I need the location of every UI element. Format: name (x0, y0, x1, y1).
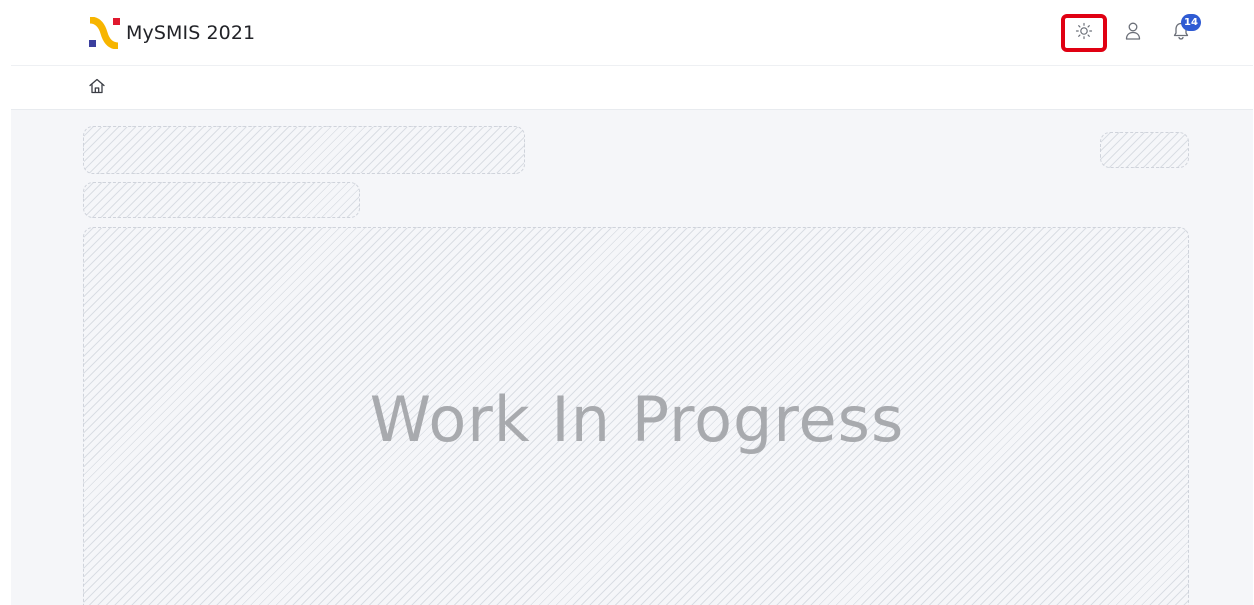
top-header: MySMIS 2021 14 (11, 0, 1253, 66)
home-icon (88, 77, 106, 99)
main-content: Work In Progress (11, 110, 1253, 605)
notifications-button[interactable]: 14 (1163, 14, 1201, 52)
page-subtitle-placeholder (83, 182, 360, 218)
work-in-progress-message: Work In Progress (369, 383, 905, 456)
theme-toggle-button[interactable] (1061, 14, 1107, 52)
breadcrumb (11, 66, 1253, 110)
app-title: MySMIS 2021 (126, 22, 256, 44)
app-window: MySMIS 2021 14 Work In Progress (11, 0, 1253, 605)
page-action-placeholder (1100, 132, 1189, 168)
brand[interactable]: MySMIS 2021 (88, 16, 256, 50)
page-title-placeholder (83, 126, 525, 174)
header-actions: 14 (1061, 14, 1201, 52)
user-icon (1124, 21, 1142, 45)
user-menu-button[interactable] (1115, 14, 1151, 52)
notification-count-badge: 14 (1181, 14, 1201, 31)
mysmis-logo-icon (88, 16, 122, 50)
sun-icon (1075, 22, 1093, 44)
content-placeholder-panel: Work In Progress (83, 227, 1189, 605)
breadcrumb-home-link[interactable] (87, 78, 107, 98)
